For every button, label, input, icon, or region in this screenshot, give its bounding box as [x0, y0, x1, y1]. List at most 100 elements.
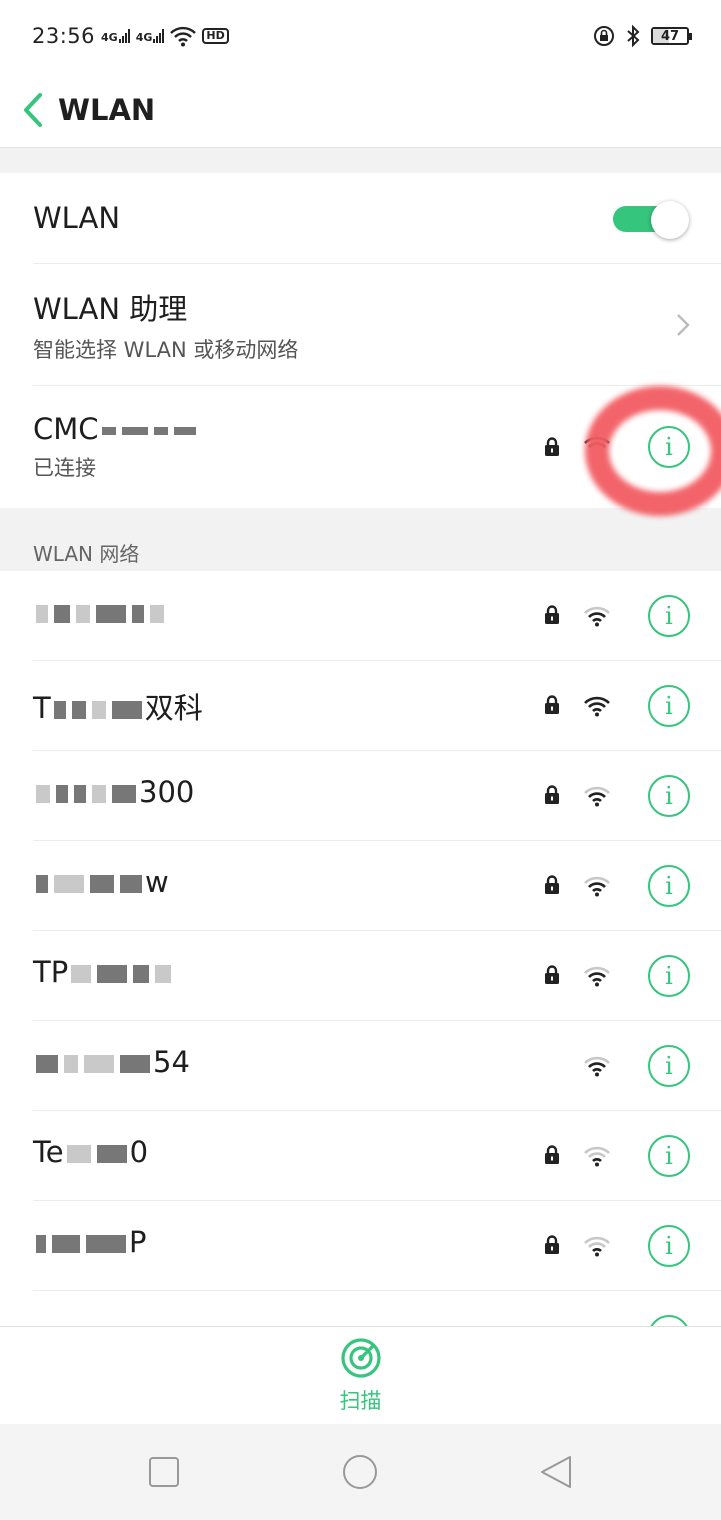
redaction	[53, 701, 66, 719]
redaction	[96, 605, 126, 623]
wlan-assistant-subtitle: 智能选择 WLAN 或移动网络	[33, 337, 299, 362]
network-row[interactable]: 54 i	[0, 1021, 721, 1111]
section-label: WLAN 网络	[33, 542, 140, 566]
info-icon: i	[665, 782, 673, 810]
signal-2-label: 4G	[135, 31, 153, 44]
redaction	[56, 785, 68, 803]
wifi-signal-icon	[584, 1146, 610, 1167]
info-icon: i	[665, 1052, 673, 1080]
redaction	[90, 875, 114, 893]
wlan-network-list[interactable]: i T 双科 i 300 i w i TP i 54 i Te 0 i Pi	[0, 571, 721, 1326]
network-name-suffix: 双科	[144, 691, 203, 725]
network-name	[33, 595, 167, 629]
redaction	[84, 1055, 114, 1073]
redaction	[36, 1055, 58, 1073]
network-info-button[interactable]: i	[648, 685, 690, 727]
wifi-signal-icon	[584, 966, 610, 987]
bluetooth-icon	[627, 24, 640, 48]
network-name: Te 0	[33, 1135, 148, 1169]
info-icon: i	[665, 433, 673, 461]
redaction	[150, 605, 164, 623]
chevron-right-icon	[677, 314, 690, 336]
redaction	[64, 1055, 78, 1073]
system-navigation-bar	[0, 1424, 721, 1520]
redaction	[120, 1055, 150, 1073]
redaction	[173, 427, 196, 435]
connected-network-row[interactable]: CMC 已连接	[33, 386, 721, 508]
wlan-toggle-switch[interactable]	[613, 201, 689, 239]
network-row[interactable]: Te 0 i	[0, 1111, 721, 1201]
network-name: P	[33, 1225, 147, 1259]
network-name-suffix: 300	[139, 775, 195, 809]
lock-icon	[545, 605, 559, 624]
network-info-button[interactable]: i	[648, 865, 690, 907]
network-info-button[interactable]: i	[648, 595, 690, 637]
network-row[interactable]: 300 i	[0, 751, 721, 841]
redaction	[36, 1235, 46, 1253]
connected-network-info-button[interactable]: i	[648, 426, 690, 468]
scan-button-label[interactable]: 扫描	[340, 1385, 382, 1415]
network-info-button[interactable]: i	[648, 1045, 690, 1087]
battery-level: 47	[660, 28, 680, 44]
wifi-signal-icon	[584, 696, 610, 717]
scan-icon[interactable]	[340, 1337, 382, 1379]
network-name-prefix: Te	[33, 1135, 64, 1169]
redaction	[66, 1145, 91, 1163]
lock-icon	[545, 1235, 559, 1254]
redaction	[97, 965, 128, 983]
wlan-settings-card: WLAN WLAN 助理 智能选择 WLAN 或移动网络 CMC 已连接 i	[0, 173, 721, 508]
signal-1-label: 4G	[101, 31, 118, 44]
cell-signal-2-icon: 4G	[136, 29, 165, 43]
info-icon: i	[665, 602, 673, 630]
home-icon[interactable]	[342, 1454, 378, 1490]
status-right: 47	[593, 24, 692, 48]
wlan-assistant-row[interactable]: WLAN 助理 智能选择 WLAN 或移动网络	[33, 264, 721, 385]
redaction	[91, 701, 106, 719]
network-name-suffix: w	[145, 865, 169, 899]
network-name: 54	[33, 1045, 190, 1079]
redaction	[54, 605, 70, 623]
battery-icon: 47	[651, 27, 692, 45]
network-name: w	[33, 865, 169, 899]
redaction	[101, 427, 116, 435]
redaction	[86, 1235, 126, 1253]
lock-icon	[545, 785, 559, 804]
wifi-signal-icon	[584, 786, 610, 807]
redaction	[52, 1235, 80, 1253]
network-row[interactable]: wi	[0, 841, 721, 931]
redaction	[36, 875, 48, 893]
network-row[interactable]: Pi	[0, 1201, 721, 1291]
wlan-toggle-label: WLAN	[33, 201, 121, 235]
connected-network-name: CMC	[33, 412, 199, 446]
redaction	[71, 965, 92, 983]
redaction	[96, 1145, 127, 1163]
network-info-button[interactable]: i	[648, 1135, 690, 1177]
back-icon[interactable]	[538, 1454, 574, 1490]
info-icon: i	[665, 1232, 673, 1260]
network-row[interactable]: T 双科 i	[0, 661, 721, 751]
wifi-signal-icon	[584, 876, 610, 897]
network-info-button[interactable]: i	[648, 775, 690, 817]
redaction	[74, 785, 86, 803]
redaction	[36, 785, 50, 803]
network-row-partial[interactable]	[0, 1291, 721, 1326]
network-name: T 双科	[33, 685, 203, 727]
recent-apps-icon[interactable]	[146, 1454, 182, 1490]
network-info-button[interactable]: i	[648, 1225, 690, 1267]
redaction	[121, 427, 148, 435]
back-arrow-icon	[24, 92, 42, 127]
redaction	[112, 785, 136, 803]
redaction	[120, 875, 142, 893]
network-row[interactable]: i	[0, 571, 721, 661]
info-icon: i	[665, 872, 673, 900]
network-info-button[interactable]: i	[648, 955, 690, 997]
rotation-lock-icon	[594, 26, 614, 46]
status-time: 23:56	[32, 24, 96, 48]
network-row[interactable]: TP i	[0, 931, 721, 1021]
lock-icon	[545, 1145, 559, 1164]
redaction	[76, 605, 90, 623]
wifi-signal-icon	[584, 1056, 610, 1077]
network-info-button[interactable]	[648, 1315, 690, 1326]
back-button[interactable]	[22, 90, 50, 130]
toggle-knob	[651, 201, 689, 239]
